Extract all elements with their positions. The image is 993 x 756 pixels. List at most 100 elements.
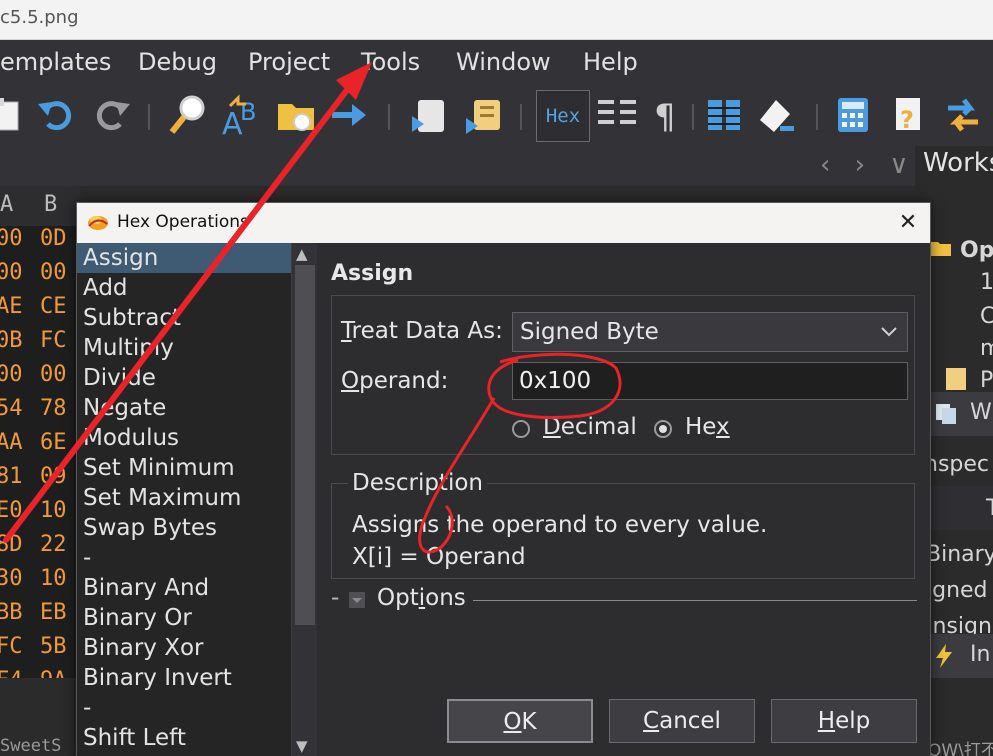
- operation-heading: Assign: [331, 261, 414, 286]
- operation-list-scrollbar[interactable]: ▲ ▼: [291, 243, 317, 756]
- operation-item-swap-bytes[interactable]: Swap Bytes: [77, 513, 291, 543]
- hex-byte[interactable]: AE: [0, 294, 23, 319]
- hex-byte[interactable]: CE: [40, 294, 67, 319]
- workspace-item[interactable]: m: [980, 336, 993, 361]
- operation-item-set-minimum[interactable]: Set Minimum: [77, 453, 291, 483]
- find-icon[interactable]: [166, 92, 212, 138]
- operation-item-binary-and[interactable]: Binary And: [77, 573, 291, 603]
- hex-byte[interactable]: AA: [0, 430, 23, 455]
- hex-byte[interactable]: 54: [0, 396, 23, 421]
- workspace-item[interactable]: P: [980, 368, 993, 393]
- hex-byte[interactable]: 78: [40, 396, 67, 421]
- inspector-row[interactable]: Binary: [930, 542, 993, 567]
- operation-item-shift-left[interactable]: Shift Left: [77, 723, 291, 753]
- operation-item-modulus[interactable]: Modulus: [77, 423, 291, 453]
- operation-item-subtract[interactable]: Subtract: [77, 303, 291, 333]
- hex-byte[interactable]: FC: [40, 328, 67, 353]
- run-script-icon[interactable]: [408, 92, 454, 138]
- ok-button[interactable]: OK: [447, 699, 593, 743]
- pilcrow-icon[interactable]: ¶: [646, 92, 692, 138]
- hex-byte[interactable]: 81: [0, 464, 23, 489]
- windows-icon: [934, 400, 960, 432]
- cancel-button[interactable]: Cancel: [609, 699, 755, 743]
- hex-byte[interactable]: 00: [0, 226, 23, 251]
- hex-byte[interactable]: 0D: [40, 226, 67, 251]
- inspector-row[interactable]: igned: [930, 578, 988, 603]
- hex-byte[interactable]: 00: [40, 362, 67, 387]
- workspace-item[interactable]: C: [980, 304, 993, 329]
- goto-icon[interactable]: [274, 92, 320, 138]
- inspector-tab[interactable]: In: [970, 642, 990, 667]
- calculator-icon[interactable]: [830, 92, 876, 138]
- hex-byte[interactable]: 00: [0, 260, 23, 285]
- operation-item-multiply[interactable]: Multiply: [77, 333, 291, 363]
- hex-byte[interactable]: 8D: [0, 532, 23, 557]
- menu-project[interactable]: Project: [248, 48, 330, 76]
- hex-byte[interactable]: F4: [0, 668, 23, 678]
- columns-icon[interactable]: [702, 92, 748, 138]
- scroll-down-icon[interactable]: ▼: [296, 737, 308, 755]
- forward-arrow-icon[interactable]: [326, 92, 372, 138]
- panel-section-label[interactable]: W: [970, 400, 992, 425]
- operation-item-binary-xor[interactable]: Binary Xor: [77, 633, 291, 663]
- treat-data-as-select[interactable]: Signed Byte: [512, 312, 908, 352]
- hex-radio-label[interactable]: Hex: [685, 414, 730, 440]
- operand-input[interactable]: 0x100: [512, 362, 908, 400]
- options-expander[interactable]: - Options: [331, 583, 917, 617]
- menu-debug[interactable]: Debug: [138, 48, 217, 76]
- hex-radio[interactable]: [654, 420, 672, 438]
- close-button[interactable]: ✕: [891, 207, 925, 239]
- run-template-icon[interactable]: [462, 92, 508, 138]
- operation-item-assign[interactable]: Assign: [77, 243, 291, 273]
- menu-templates[interactable]: emplates: [0, 48, 111, 76]
- hex-byte[interactable]: BB: [0, 600, 23, 625]
- hex-byte[interactable]: 00: [0, 362, 23, 387]
- hex-byte[interactable]: 9A: [40, 668, 67, 678]
- hex-byte[interactable]: 5B: [40, 634, 67, 659]
- scroll-up-icon[interactable]: ▲: [296, 245, 308, 263]
- menu-window[interactable]: Window: [456, 48, 551, 76]
- hex-editor-pane[interactable]: 00 0D 00 00 AE CE 0B FC 00 00 54 78 AA 6E 81 09 …: [0, 226, 80, 678]
- highlight-icon[interactable]: [754, 92, 800, 138]
- operation-item-set-maximum[interactable]: Set Maximum: [77, 483, 291, 513]
- help-button[interactable]: Help: [771, 699, 917, 743]
- compare-icon[interactable]: [594, 92, 640, 138]
- workspace-panel-title: Works: [915, 146, 993, 186]
- hex-byte[interactable]: 09: [40, 464, 67, 489]
- hex-byte[interactable]: 6E: [40, 430, 67, 455]
- paste-icon[interactable]: [0, 92, 26, 138]
- hex-byte[interactable]: E0: [0, 498, 23, 523]
- operation-item-binary-or[interactable]: Binary Or: [77, 603, 291, 633]
- dialog-title-bar[interactable]: Hex Operations ✕: [77, 203, 930, 243]
- operation-item-divide[interactable]: Divide: [77, 363, 291, 393]
- collapse-icon[interactable]: [349, 592, 365, 608]
- hex-byte[interactable]: 10: [40, 498, 67, 523]
- operation-item-negate[interactable]: Negate: [77, 393, 291, 423]
- workspace-item[interactable]: Op: [960, 238, 993, 263]
- tab-nav-arrows[interactable]: ‹ › ∨: [820, 150, 916, 180]
- hex-byte[interactable]: 0B: [0, 328, 23, 353]
- redo-icon[interactable]: [88, 92, 134, 138]
- operation-item-add[interactable]: Add: [77, 273, 291, 303]
- hex-byte[interactable]: FC: [0, 634, 23, 659]
- inspector-label[interactable]: nspec: [930, 452, 989, 477]
- scrollbar-thumb[interactable]: [295, 265, 315, 625]
- hex-toggle-button[interactable]: Hex: [536, 90, 590, 142]
- replace-icon[interactable]: AB: [220, 92, 266, 142]
- hex-byte[interactable]: 22: [40, 532, 67, 557]
- hex-byte[interactable]: 30: [0, 566, 23, 591]
- decimal-radio[interactable]: [512, 420, 530, 438]
- decimal-radio-label[interactable]: Decimal: [543, 414, 637, 440]
- menu-help[interactable]: Help: [583, 48, 638, 76]
- operation-list[interactable]: Assign Add Subtract Multiply Divide Nega…: [77, 243, 291, 756]
- workspace-item[interactable]: 1: [980, 270, 993, 295]
- hex-byte[interactable]: EB: [40, 600, 67, 625]
- menu-tools[interactable]: Tools: [361, 48, 420, 76]
- hex-byte[interactable]: 10: [40, 566, 67, 591]
- help-icon[interactable]: ?: [886, 92, 932, 138]
- options-label[interactable]: Options: [377, 585, 466, 611]
- hex-byte[interactable]: 00: [40, 260, 67, 285]
- operation-item-binary-invert[interactable]: Binary Invert: [77, 663, 291, 693]
- undo-icon[interactable]: [34, 92, 80, 138]
- sync-arrows-icon[interactable]: [940, 92, 986, 138]
